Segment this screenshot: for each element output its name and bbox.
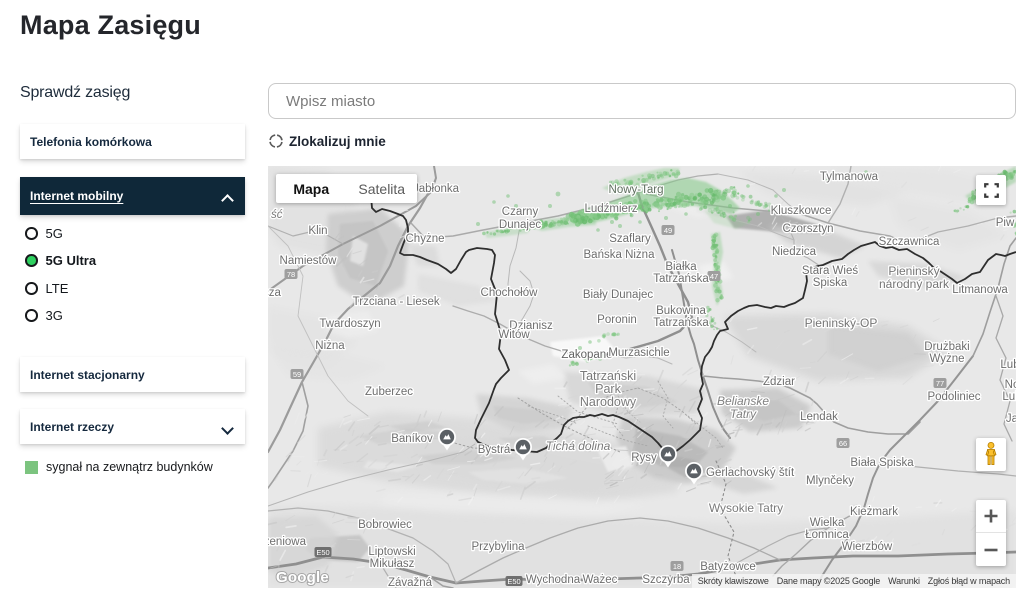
svg-text:Liptowski: Liptowski [368, 546, 415, 558]
svg-text:Tatry: Tatry [730, 407, 757, 421]
svg-text:Szczyrba: Szczyrba [642, 574, 690, 586]
svg-text:Lub: Lub [1002, 391, 1016, 403]
svg-text:Liesek: Liesek [406, 296, 439, 308]
svg-text:49: 49 [664, 226, 672, 235]
svg-text:Pieninský-OP: Pieninský-OP [805, 316, 878, 330]
svg-text:Zdziar: Zdziar [763, 376, 795, 388]
svg-text:Wierzbów: Wierzbów [842, 541, 893, 553]
svg-text:Narodowy: Narodowy [580, 395, 637, 409]
svg-text:Tichá dolina: Tichá dolina [546, 439, 611, 453]
svg-text:E50: E50 [316, 548, 329, 557]
svg-text:Ważec: Ważec [583, 574, 618, 586]
svg-text:Stara Wieś: Stara Wieś [802, 265, 858, 277]
svg-text:Czarny: Czarny [502, 206, 539, 218]
svg-text:Poronin: Poronin [597, 314, 637, 326]
svg-text:66: 66 [839, 439, 847, 448]
svg-text:Lendak: Lendak [800, 411, 838, 423]
svg-text:Wyżne: Wyżne [929, 353, 964, 365]
svg-text:Park: Park [595, 382, 621, 396]
svg-text:Wychodna: Wychodna [526, 574, 581, 586]
svg-text:národný park: národný park [879, 277, 950, 291]
svg-text:Pieninský: Pieninský [888, 264, 939, 278]
svg-text:Mlynčeky: Mlynčeky [806, 475, 854, 487]
svg-text:Google: Google [276, 569, 329, 586]
svg-text:59: 59 [293, 370, 301, 379]
svg-text:78: 78 [287, 270, 295, 279]
svg-text:Tatrzańska: Tatrzańska [653, 317, 709, 329]
svg-text:47: 47 [710, 272, 718, 281]
svg-text:Zakopane: Zakopane [561, 349, 612, 361]
svg-text:Rysy: Rysy [631, 452, 657, 464]
svg-text:Murzasichle: Murzasichle [608, 347, 669, 359]
svg-text:Batyżowce: Batyżowce [700, 561, 756, 573]
svg-text:No: No [1005, 379, 1016, 391]
svg-text:Biały Dunajec: Biały Dunajec [583, 289, 654, 301]
svg-text:Bystrá: Bystrá [478, 444, 511, 456]
svg-text:Ludźmierz: Ludźmierz [584, 203, 637, 215]
svg-text:Gerlachovský štít: Gerlachovský štít [706, 467, 795, 479]
svg-text:Jabłonka: Jabłonka [413, 183, 460, 195]
svg-text:Tatrzański: Tatrzański [580, 369, 636, 383]
svg-text:Chochołów: Chochołów [481, 287, 539, 299]
svg-text:Lub: Lub [1000, 359, 1016, 371]
svg-text:Witów: Witów [498, 329, 530, 341]
svg-text:E50: E50 [507, 577, 520, 586]
svg-text:Łomnica: Łomnica [805, 529, 849, 541]
svg-text:Tatrzańska: Tatrzańska [653, 273, 709, 285]
svg-text:Szaflary: Szaflary [609, 233, 651, 245]
svg-text:Kieżmark: Kieżmark [850, 506, 898, 518]
svg-text:cza: cza [268, 287, 282, 299]
svg-text:Czorsztyn: Czorsztyn [782, 223, 833, 235]
svg-text:Bańska Niżna: Bańska Niżna [584, 249, 656, 261]
svg-text:Baníkov: Baníkov [391, 433, 433, 445]
svg-text:Niedzica: Niedzica [772, 246, 817, 258]
svg-text:Trzciana -: Trzciana - [353, 296, 404, 308]
svg-text:18: 18 [673, 562, 681, 571]
svg-text:Chyżne: Chyżne [406, 233, 445, 245]
svg-text:szeniowa: szeniowa [268, 536, 307, 548]
svg-text:Litmanowa: Litmanowa [952, 284, 1008, 296]
svg-text:Przybylina: Przybylina [471, 541, 525, 553]
svg-text:Závažná: Závažná [388, 577, 433, 588]
svg-text:Ja: Ja [1006, 413, 1016, 425]
svg-text:77: 77 [936, 379, 944, 388]
svg-text:Kluszkowce: Kluszkowce [771, 205, 832, 217]
svg-text:Szczawnica: Szczawnica [879, 236, 940, 248]
svg-text:Twardoszyn: Twardoszyn [319, 318, 380, 330]
svg-text:Bobrowiec: Bobrowiec [358, 519, 412, 531]
svg-text:Piw: Piw [996, 217, 1015, 229]
svg-text:Dunajec: Dunajec [499, 219, 541, 231]
svg-text:Biała Spiska: Biała Spiska [850, 457, 914, 469]
svg-text:Wielka: Wielka [810, 517, 845, 529]
svg-text:Belianske: Belianske [717, 394, 769, 408]
svg-text:Mikułasz: Mikułasz [370, 558, 415, 570]
svg-text:Podoliniec: Podoliniec [927, 391, 980, 403]
svg-text:ść: ść [271, 209, 283, 221]
svg-text:Niżna: Niżna [315, 340, 345, 352]
svg-text:Namiestów: Namiestów [280, 255, 338, 267]
svg-text:Wysokie Tatry: Wysokie Tatry [709, 501, 783, 515]
svg-text:Drużbaki: Drużbaki [924, 341, 969, 353]
svg-text:Bukowina: Bukowina [656, 305, 706, 317]
svg-text:Klin: Klin [308, 225, 327, 237]
svg-text:Zuberzec: Zuberzec [365, 386, 413, 398]
svg-text:Tylmanowa: Tylmanowa [820, 171, 879, 183]
svg-text:Białka: Białka [665, 261, 697, 273]
svg-text:Spiska: Spiska [813, 277, 848, 289]
svg-text:Nowy-Targ: Nowy-Targ [609, 184, 664, 196]
